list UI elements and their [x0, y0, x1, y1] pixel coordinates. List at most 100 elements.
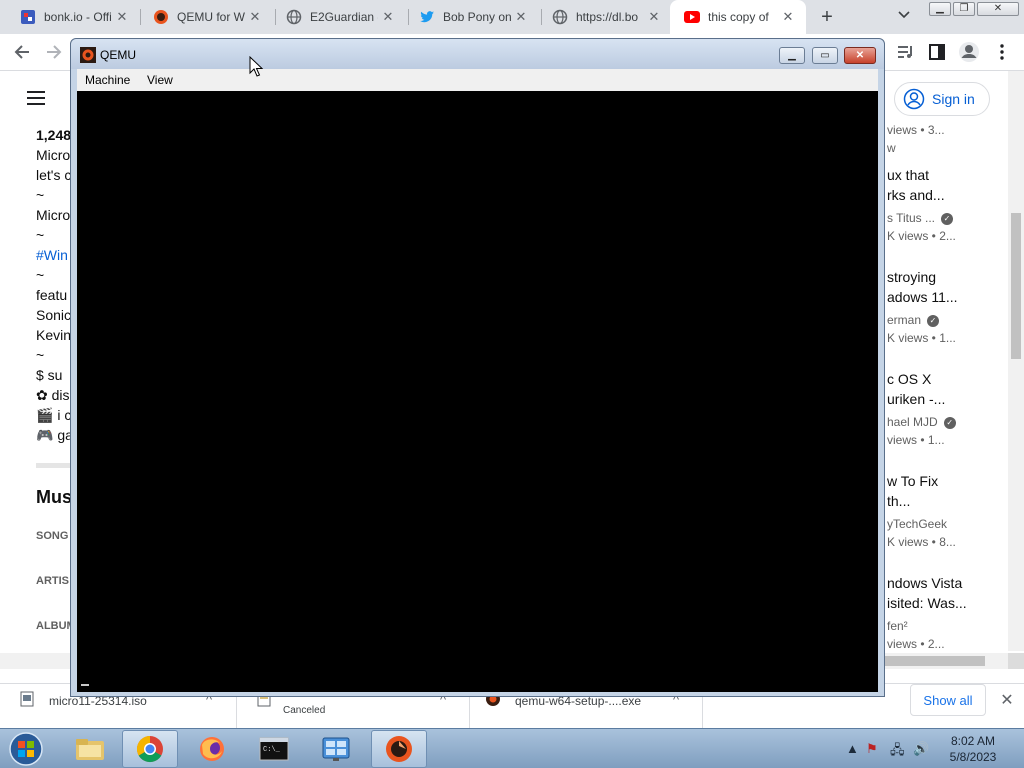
channel-name: s Titus ... — [887, 211, 936, 225]
tab-close-icon[interactable]: ✕ — [112, 9, 132, 25]
show-all-downloads-button[interactable]: Show all — [910, 684, 986, 716]
tab-close-icon[interactable]: ✕ — [378, 9, 398, 25]
music-artist-label: ARTIS — [36, 575, 69, 587]
description-line: let's c — [36, 167, 72, 183]
tab-close-icon[interactable]: ✕ — [511, 9, 531, 25]
tab-close-icon[interactable]: ✕ — [778, 9, 798, 25]
tab-bob-pony[interactable]: Bob Pony on ✕ — [399, 0, 539, 34]
taskbar-cmd[interactable]: C:\_ — [246, 730, 302, 768]
description-line: ~ — [36, 347, 45, 363]
bonk-icon — [20, 9, 36, 25]
horizontal-scrollbar-thumb[interactable] — [880, 656, 985, 666]
restore-button[interactable]: ❐ — [953, 2, 975, 16]
related-video-title[interactable]: adows 11... — [887, 289, 958, 305]
description-line: 🎬 i c — [36, 407, 72, 423]
globe-icon — [552, 9, 568, 25]
maximize-button[interactable]: ▭ — [812, 47, 838, 64]
menu-machine[interactable]: Machine — [85, 73, 130, 87]
qemu-icon — [386, 736, 412, 762]
download-status: Canceled — [283, 705, 326, 716]
show-hidden-icons-icon[interactable]: ▲ — [846, 741, 859, 756]
svg-text:C:\_: C:\_ — [263, 746, 281, 754]
firefox-icon — [200, 737, 224, 761]
volume-icon[interactable]: 🔊 — [913, 741, 929, 757]
close-button[interactable]: ✕ — [844, 47, 876, 64]
taskbar-qemu[interactable] — [371, 730, 427, 768]
description-line: Micro — [36, 207, 71, 223]
related-video-title[interactable]: isited: Was... — [887, 595, 967, 611]
sign-in-button[interactable]: Sign in — [894, 82, 990, 116]
forward-arrow-icon[interactable] — [42, 40, 66, 64]
minimize-button[interactable]: ▁ — [929, 2, 951, 16]
tab-qemu-for-windows[interactable]: QEMU for Wi ✕ — [133, 0, 273, 34]
related-video-title[interactable]: w To Fix — [887, 473, 938, 489]
explorer-icon — [76, 739, 104, 760]
chrome-icon — [136, 735, 163, 763]
vm-display[interactable] — [77, 91, 878, 692]
globe-icon — [286, 9, 302, 25]
new-tab-button[interactable]: + — [816, 5, 838, 29]
qemu-icon — [80, 47, 96, 63]
tab-search-chevron-icon[interactable] — [894, 7, 914, 27]
channel-name: hael MJD — [887, 415, 938, 429]
profile-avatar-icon[interactable] — [957, 40, 981, 64]
mouse-pointer-icon — [249, 56, 263, 77]
text-cursor — [81, 684, 89, 686]
description-line: featu — [36, 287, 68, 303]
verified-check-icon: ✓ — [941, 212, 954, 225]
description-line: ✿ dis — [36, 387, 70, 403]
sign-in-label: Sign in — [932, 91, 975, 107]
related-video-title[interactable]: uriken -... — [887, 391, 945, 407]
kebab-menu-icon[interactable] — [990, 40, 1014, 64]
related-video-title[interactable]: stroying — [887, 269, 936, 285]
description-line: 🎮 ga — [36, 427, 73, 443]
verified-check-icon: ✓ — [927, 314, 940, 327]
description-line: Sonic — [36, 307, 72, 323]
tab-title: this copy of — [708, 10, 769, 24]
back-arrow-icon[interactable] — [10, 40, 34, 64]
youtube-icon — [684, 9, 700, 25]
vertical-scrollbar-thumb[interactable] — [1011, 213, 1021, 359]
tab-close-icon[interactable]: ✕ — [644, 9, 664, 25]
taskbar-control-panel[interactable] — [308, 730, 364, 768]
related-meta: K views • 2... — [887, 229, 956, 243]
tab-close-icon[interactable]: ✕ — [245, 9, 265, 25]
start-button[interactable] — [6, 730, 46, 768]
close-icon[interactable]: ✕ — [998, 690, 1016, 709]
system-clock[interactable]: 8:02 AM 5/8/2023 — [936, 733, 1010, 765]
tab-dl-bobpony[interactable]: https://dl.bo ✕ — [532, 0, 672, 34]
action-center-flag-icon[interactable]: ⚑ — [866, 741, 878, 757]
description-line: Kevin — [36, 327, 72, 343]
verified-check-icon: ✓ — [943, 416, 956, 429]
qemu-titlebar[interactable]: QEMU ▁ ▭ ✕ — [71, 39, 884, 69]
side-panel-icon[interactable] — [925, 40, 949, 64]
tab-e2guardian[interactable]: E2Guardian - ✕ — [266, 0, 406, 34]
taskbar-firefox[interactable] — [184, 730, 240, 768]
related-meta: views • 2... — [887, 637, 945, 651]
description-line: Micro — [36, 147, 71, 163]
description-line: ~ — [36, 267, 45, 283]
media-queue-icon[interactable] — [894, 40, 918, 64]
related-video-title[interactable]: c OS X — [887, 371, 931, 387]
related-meta: K views • 1... — [887, 331, 956, 345]
menu-view[interactable]: View — [147, 73, 173, 87]
taskbar-chrome[interactable] — [122, 730, 178, 768]
control-panel-icon — [322, 737, 350, 761]
hamburger-menu-icon[interactable] — [27, 91, 45, 105]
windows-logo-icon — [9, 732, 43, 766]
related-video-title[interactable]: ux that — [887, 167, 929, 183]
tab-bonk[interactable]: bonk.io - Offi ✕ — [0, 0, 140, 34]
close-button[interactable]: ✕ — [977, 2, 1019, 16]
taskbar-explorer[interactable] — [62, 730, 118, 768]
minimize-button[interactable]: ▁ — [779, 47, 805, 64]
related-video-title[interactable]: ndows Vista — [887, 575, 962, 591]
related-video-title[interactable]: th... — [887, 493, 910, 509]
related-channel: yTechGeek — [887, 517, 948, 531]
vertical-scrollbar[interactable] — [1008, 71, 1024, 651]
clock-date: 5/8/2023 — [949, 750, 997, 764]
related-video-title[interactable]: rks and... — [887, 187, 945, 203]
network-icon[interactable]: 🖧 — [890, 741, 905, 763]
hashtag-link[interactable]: #Win — [36, 247, 68, 263]
tab-youtube-active[interactable]: this copy of ✕ — [670, 0, 806, 34]
video-description: 1,248 Micro let's c ~ Micro ~ #Win ~ fea… — [24, 120, 76, 660]
